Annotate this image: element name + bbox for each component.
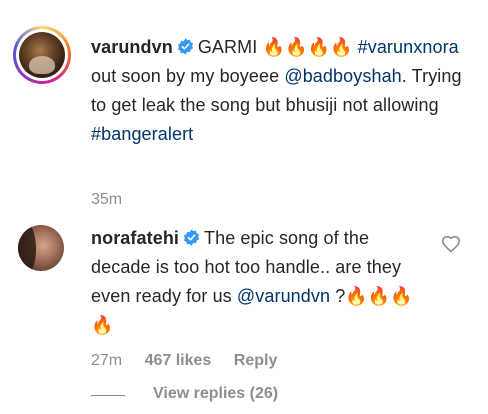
heart-outline-icon[interactable] <box>441 235 461 253</box>
comment-norafatehi: norafatehi The epic song of the decade is… <box>0 210 488 414</box>
comment-body: norafatehi The epic song of the decade is… <box>91 224 431 340</box>
comment-text: ? <box>330 286 346 306</box>
comment-meta: 27m 467 likes Reply <box>91 352 277 370</box>
hashtag-varunxnora[interactable]: #varunxnora <box>358 37 459 57</box>
username[interactable]: norafatehi <box>91 228 179 248</box>
timestamp[interactable]: 27m <box>91 352 122 369</box>
likes-count[interactable]: 467 likes <box>145 352 212 369</box>
view-replies-button[interactable]: View replies (26) <box>153 385 278 403</box>
comment-text: out soon by my boyeee <box>91 66 285 86</box>
mention-varundvn[interactable]: @varundvn <box>237 286 330 306</box>
reply-button[interactable]: Reply <box>234 352 278 369</box>
comment-text: GARMI <box>197 37 263 57</box>
timestamp[interactable]: 35m <box>91 191 122 208</box>
hashtag-bangeralert[interactable]: #bangeralert <box>91 124 193 144</box>
avatar-image <box>19 32 65 78</box>
replies-divider <box>91 395 125 396</box>
verified-badge-icon <box>177 38 193 55</box>
view-replies-label: View replies (26) <box>153 385 279 402</box>
comment-varundvn: varundvn GARMI 🔥🔥🔥🔥 #varunxnora out soon … <box>0 0 488 210</box>
username[interactable]: varundvn <box>91 37 173 57</box>
avatar-norafatehi[interactable] <box>18 225 64 271</box>
fire-emoji: 🔥🔥🔥🔥 <box>262 37 353 57</box>
avatar-varundvn[interactable] <box>13 26 71 84</box>
mention-badboyshah[interactable]: @badboyshah <box>284 66 401 86</box>
comment-meta: 35m <box>91 191 122 209</box>
comment-body: varundvn GARMI 🔥🔥🔥🔥 #varunxnora out soon … <box>91 33 471 149</box>
verified-badge-icon <box>183 229 200 246</box>
